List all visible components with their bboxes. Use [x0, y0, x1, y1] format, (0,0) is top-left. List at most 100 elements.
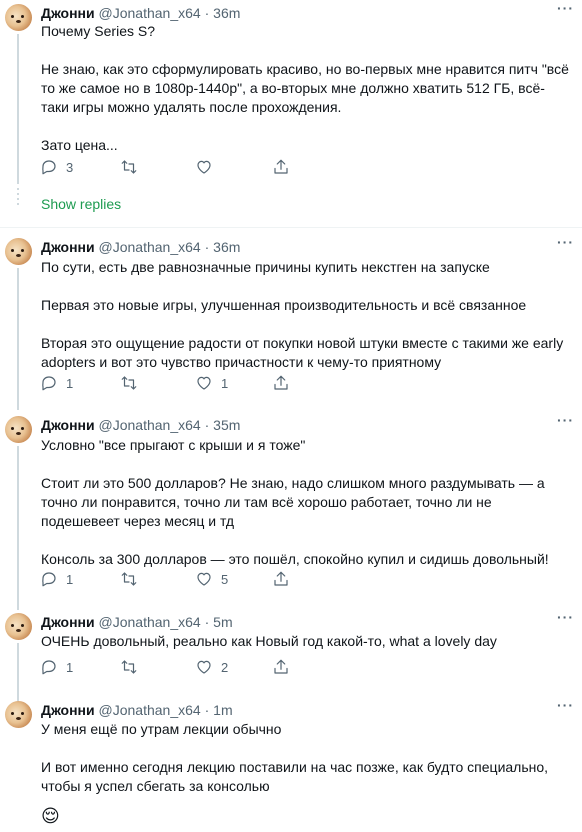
tweet-paragraph: И вот именно сегодня лекцию поставили на…: [41, 759, 549, 794]
tweet-paragraph: Консоль за 300 долларов — это пошёл, спо…: [41, 551, 549, 567]
thread-line: [17, 446, 19, 610]
tweet-text: ОЧЕНЬ довольный, реально как Новый год к…: [41, 632, 571, 651]
timestamp[interactable]: 35m: [213, 417, 240, 433]
show-replies-link[interactable]: Show replies: [41, 196, 121, 212]
tweet-paragraph: Условно "все прыгают с крыши и я тоже": [41, 437, 306, 453]
tweet-2[interactable]: Джонни @Jonathan_x64 · 36m ··· По сути, …: [0, 234, 582, 410]
like-count: 2: [221, 659, 229, 675]
share-button[interactable]: [272, 156, 290, 178]
timestamp[interactable]: 36m: [213, 5, 240, 21]
author-handle[interactable]: @Jonathan_x64: [99, 5, 201, 21]
like-count: 1: [221, 375, 229, 391]
like-icon: [197, 160, 211, 174]
avatar[interactable]: [5, 701, 32, 728]
timestamp[interactable]: 5m: [213, 614, 232, 630]
reply-button[interactable]: 1: [40, 568, 73, 590]
share-button[interactable]: [272, 568, 290, 590]
thread-line: [17, 34, 19, 184]
separator-dot: ·: [204, 702, 210, 718]
more-icon[interactable]: ···: [557, 609, 574, 625]
tweet-paragraph: Вторая это ощущение радости от покупки н…: [41, 335, 564, 370]
tweet-actions: 1 2: [40, 656, 300, 678]
tweet-text: У меня ещё по утрам лекции обычно И вот …: [41, 720, 571, 796]
like-icon: [197, 572, 211, 586]
retweet-button[interactable]: [120, 656, 146, 678]
separator-dot: ·: [204, 239, 210, 255]
share-icon: [274, 571, 288, 586]
share-icon: [274, 375, 288, 390]
like-button[interactable]: [195, 156, 221, 178]
share-icon: [274, 159, 288, 174]
retweet-icon: [121, 376, 137, 390]
reply-icon: [42, 572, 56, 587]
tweet-paragraph: По сути, есть две равнозначные причины к…: [41, 259, 490, 275]
tweet-text: Условно "все прыгают с крыши и я тоже" С…: [41, 436, 571, 569]
retweet-icon: [121, 160, 137, 174]
tweet-paragraph: У меня ещё по утрам лекции обычно: [41, 721, 282, 737]
tweet-3[interactable]: Джонни @Jonathan_x64 · 35m ··· Условно "…: [0, 412, 582, 610]
retweet-icon: [121, 660, 137, 674]
reply-icon: [42, 660, 56, 675]
tweet-actions: 1 1: [40, 372, 300, 394]
author-handle[interactable]: @Jonathan_x64: [99, 614, 201, 630]
more-icon[interactable]: ···: [557, 0, 574, 16]
like-button[interactable]: 5: [195, 568, 228, 590]
tweet-4[interactable]: Джонни @Jonathan_x64 · 5m ··· ОЧЕНЬ дово…: [0, 609, 582, 717]
author-name[interactable]: Джонни: [41, 417, 95, 433]
like-count: 5: [221, 571, 229, 587]
tweet-actions: 1 5: [40, 568, 300, 590]
tweet-header: Джонни @Jonathan_x64 · 36m: [41, 4, 240, 22]
tweet-text: Почему Series S? Не знаю, как это сформу…: [41, 22, 571, 155]
tweet-paragraph: Не знаю, как это сформулировать красиво,…: [41, 61, 569, 115]
like-button[interactable]: 2: [195, 656, 228, 678]
share-button[interactable]: [272, 656, 290, 678]
author-name[interactable]: Джонни: [41, 702, 95, 718]
like-button[interactable]: 1: [195, 372, 228, 394]
separator-dot: ·: [204, 614, 210, 630]
share-button[interactable]: [272, 372, 290, 394]
reply-count: 3: [66, 159, 74, 175]
avatar[interactable]: [5, 4, 32, 31]
more-icon[interactable]: ···: [557, 412, 574, 428]
reply-count: 1: [66, 571, 74, 587]
author-name[interactable]: Джонни: [41, 614, 95, 630]
tweet-paragraph: Стоит ли это 500 долларов? Не знаю, надо…: [41, 475, 545, 529]
more-icon[interactable]: ···: [557, 697, 574, 713]
retweet-button[interactable]: [120, 372, 146, 394]
author-name[interactable]: Джонни: [41, 5, 95, 21]
timestamp[interactable]: 1m: [213, 702, 232, 718]
tweet-header: Джонни @Jonathan_x64 · 5m: [41, 613, 233, 631]
author-handle[interactable]: @Jonathan_x64: [99, 239, 201, 255]
author-name[interactable]: Джонни: [41, 239, 95, 255]
like-icon: [197, 660, 211, 674]
author-handle[interactable]: @Jonathan_x64: [99, 417, 201, 433]
tweet-paragraph: Зато цена...: [41, 137, 118, 153]
thread-line: [17, 268, 19, 410]
like-icon: [197, 376, 211, 390]
tweet-5[interactable]: Джонни @Jonathan_x64 · 1m ··· У меня ещё…: [0, 697, 582, 832]
retweet-button[interactable]: [120, 568, 146, 590]
tweet-paragraph: Первая это новые игры, улучшенная произв…: [41, 297, 527, 313]
more-icon[interactable]: ···: [557, 234, 574, 250]
tweet-header: Джонни @Jonathan_x64 · 1m: [41, 701, 233, 719]
separator-dot: ·: [204, 417, 210, 433]
retweet-button[interactable]: [120, 156, 146, 178]
tweet-text: По сути, есть две равнозначные причины к…: [41, 258, 571, 372]
timestamp[interactable]: 36m: [213, 239, 240, 255]
tweet-1[interactable]: Джонни @Jonathan_x64 · 36m ··· Почему Se…: [0, 0, 582, 185]
avatar[interactable]: [5, 416, 32, 443]
tweet-header: Джонни @Jonathan_x64 · 35m: [41, 416, 240, 434]
relieved-face-emoji: 😌: [41, 806, 60, 826]
reply-icon: [42, 376, 56, 391]
divider: [0, 227, 582, 228]
reply-button[interactable]: 1: [40, 656, 73, 678]
tweet-paragraph: Почему Series S?: [41, 23, 155, 39]
avatar[interactable]: [5, 238, 32, 265]
author-handle[interactable]: @Jonathan_x64: [99, 702, 201, 718]
retweet-icon: [121, 572, 137, 586]
avatar[interactable]: [5, 613, 32, 640]
tweet-actions: 3: [40, 156, 300, 178]
reply-button[interactable]: 1: [40, 372, 73, 394]
reply-icon: [42, 160, 56, 175]
reply-button[interactable]: 3: [40, 156, 73, 178]
